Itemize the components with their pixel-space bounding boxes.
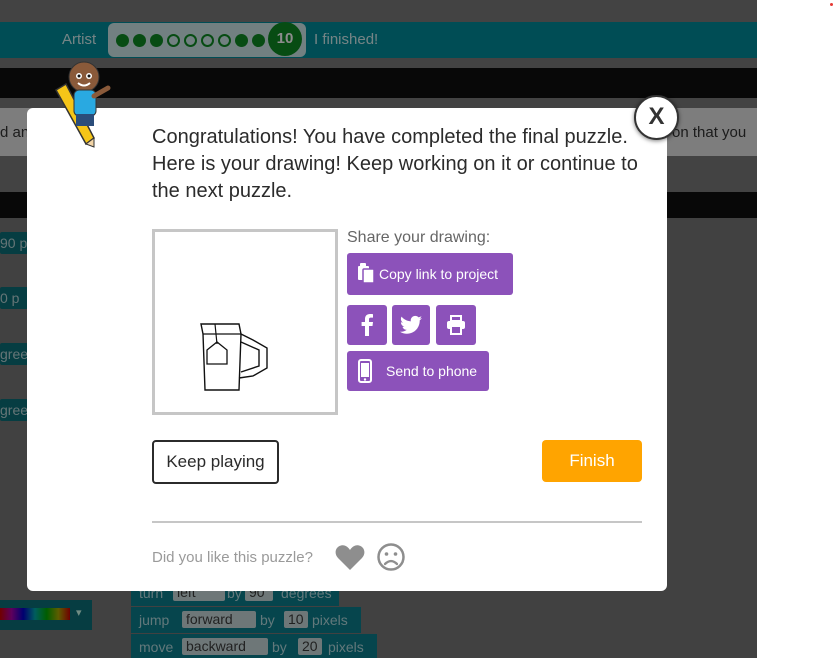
print-button[interactable]	[436, 305, 476, 345]
share-facebook-button[interactable]	[347, 305, 387, 345]
indicator-dot	[830, 3, 833, 6]
share-twitter-button[interactable]	[392, 305, 430, 345]
clipboard-icon	[358, 263, 375, 283]
mug-drawing	[200, 323, 268, 391]
sad-face-icon[interactable]	[376, 542, 406, 572]
send-to-phone-button[interactable]: Send to phone	[347, 351, 489, 391]
copy-link-label: Copy link to project	[379, 266, 499, 282]
heart-icon[interactable]	[335, 543, 365, 571]
phone-icon	[358, 359, 372, 383]
share-label: Share your drawing:	[347, 229, 491, 246]
pencil-mascot-icon	[54, 61, 111, 148]
facebook-icon	[361, 314, 373, 336]
finish-button[interactable]: Finish	[542, 440, 642, 482]
printer-icon	[447, 315, 465, 335]
send-to-phone-label: Send to phone	[386, 363, 478, 379]
feedback-question: Did you like this puzzle?	[152, 549, 313, 566]
keep-playing-button[interactable]: Keep playing	[152, 440, 279, 484]
twitter-icon	[400, 315, 422, 334]
drawing-preview	[152, 229, 338, 415]
copy-link-button[interactable]: Copy link to project	[347, 253, 513, 295]
divider	[152, 521, 642, 523]
congratulations-message: Congratulations! You have completed the …	[152, 126, 638, 202]
